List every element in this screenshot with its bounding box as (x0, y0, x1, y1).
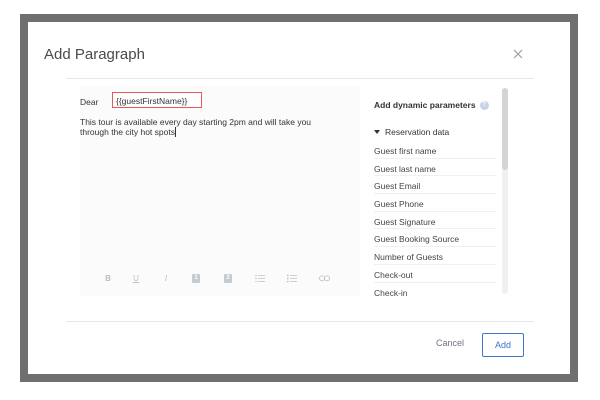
parameters-panel-title: Add dynamic parameters ? (374, 100, 489, 110)
scrollbar-thumb[interactable] (502, 88, 508, 170)
section-label: Reservation data (385, 127, 450, 137)
help-icon[interactable]: ? (479, 100, 489, 110)
close-icon[interactable] (510, 46, 526, 62)
link-button[interactable] (318, 272, 330, 284)
parameter-item-guest-booking-source[interactable]: Guest Booking Source (374, 229, 496, 248)
parameter-item-check-out[interactable]: Check-out (374, 265, 496, 283)
parameter-item-guest-first-name[interactable]: Guest first name (374, 141, 496, 159)
cancel-button[interactable]: Cancel (436, 338, 464, 348)
heading2-button[interactable]: 2 (222, 272, 234, 284)
numbered-list-button[interactable] (286, 272, 298, 284)
parameter-item-guest-last-name[interactable]: Guest last name (374, 159, 496, 177)
link-icon (318, 274, 330, 281)
dynamic-parameters-panel: Add dynamic parameters ? Reservation dat… (362, 86, 510, 296)
greeting-text: Dear (80, 97, 99, 107)
editor-content[interactable]: Dear {{guestFirstName}} This tour is ava… (80, 92, 350, 137)
parameter-item-check-in[interactable]: Check-in (374, 283, 496, 297)
paragraph-editor[interactable]: Dear {{guestFirstName}} This tour is ava… (80, 86, 360, 296)
editor-line-greeting: Dear {{guestFirstName}} (80, 92, 350, 110)
section-reservation-data[interactable]: Reservation data (374, 127, 449, 137)
parameter-item-guest-signature[interactable]: Guest Signature (374, 212, 496, 230)
underline-button[interactable]: U (130, 272, 142, 284)
footer-divider (66, 321, 534, 322)
add-button[interactable]: Add (482, 333, 524, 357)
parameters-title-text: Add dynamic parameters (374, 100, 476, 110)
editor-paragraph: This tour is available every day startin… (80, 117, 350, 137)
text-caret (174, 127, 176, 137)
numbered-list-icon (287, 274, 297, 282)
heading1-icon: 1 (192, 273, 200, 283)
parameters-scrollbar[interactable] (502, 88, 508, 294)
paragraph-line-2-wrap: through the city hot spots (80, 127, 350, 137)
parameter-item-guest-email[interactable]: Guest Email (374, 176, 496, 195)
italic-button[interactable]: I (160, 272, 172, 284)
paragraph-line-1: This tour is available every day startin… (80, 117, 312, 127)
header-divider (66, 78, 534, 79)
paragraph-line-2: through the city hot spots (80, 127, 175, 137)
parameter-item-guest-phone[interactable]: Guest Phone (374, 194, 496, 212)
bold-button[interactable]: B (102, 272, 114, 284)
caret-down-icon (374, 130, 380, 134)
heading1-button[interactable]: 1 (190, 272, 202, 284)
heading2-icon: 2 (224, 273, 232, 283)
dialog-title: Add Paragraph (44, 46, 145, 63)
formatting-toolbar: B U I 1 2 (80, 272, 350, 286)
parameter-list: Guest first name Guest last name Guest E… (374, 141, 496, 296)
bullet-list-button[interactable] (254, 272, 266, 284)
parameter-chip-guest-first-name[interactable]: {{guestFirstName}} (112, 92, 202, 108)
parameter-item-number-of-guests[interactable]: Number of Guests (374, 247, 496, 265)
bullet-list-icon (255, 274, 265, 282)
